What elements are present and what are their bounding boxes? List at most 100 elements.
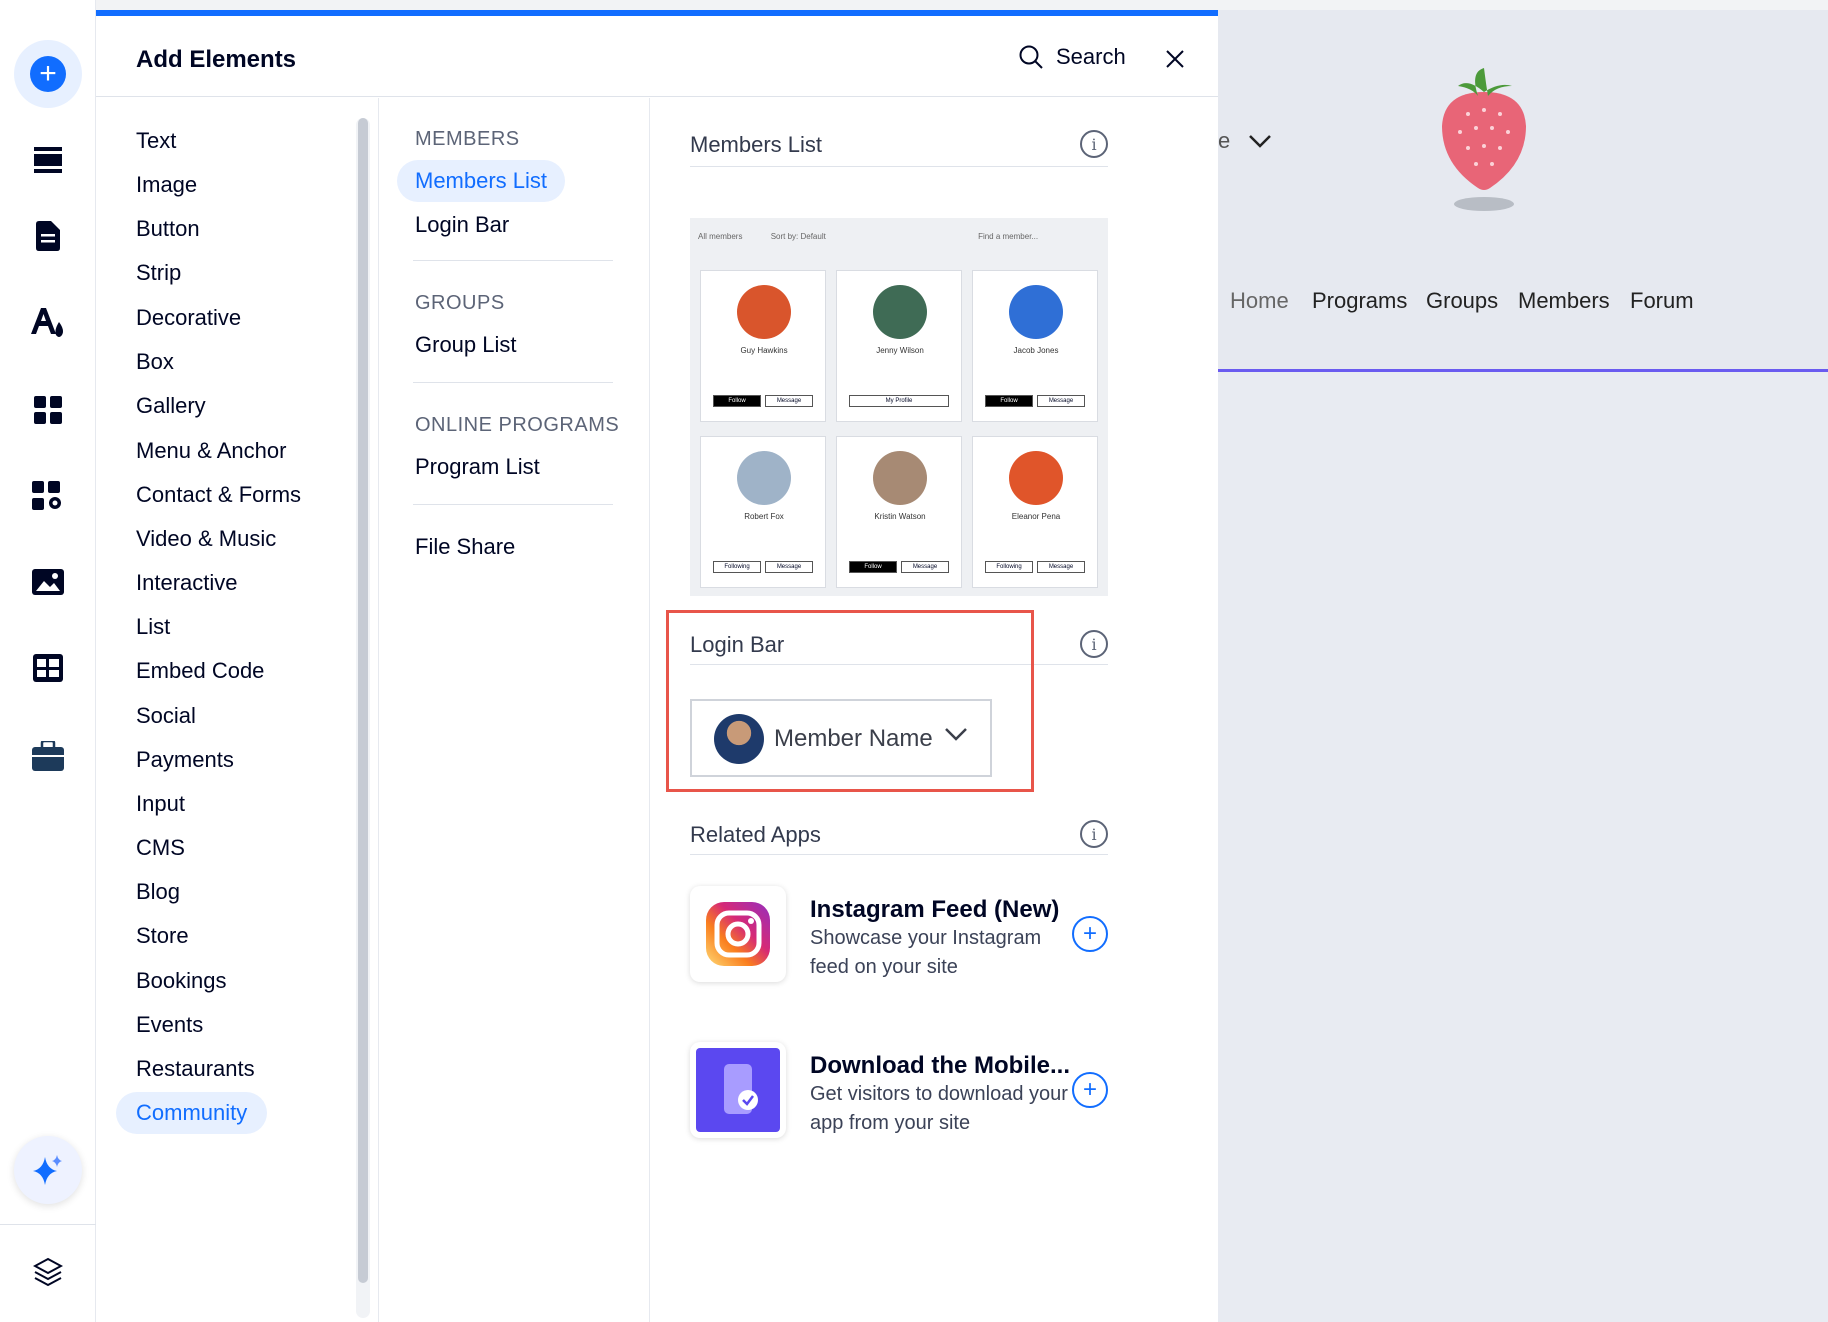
site-partial-text: e [1218, 128, 1231, 153]
category-text[interactable]: Text [136, 128, 176, 154]
sections-button[interactable] [22, 134, 74, 186]
panel-title: Add Elements [136, 46, 297, 73]
category-strip[interactable]: Strip [136, 260, 181, 286]
category-video-music[interactable]: Video & Music [136, 526, 276, 552]
category-store[interactable]: Store [136, 923, 189, 949]
app-description: Get visitors to download your app from y… [810, 1083, 1068, 1134]
site-nav-groups[interactable]: Groups [1426, 288, 1498, 314]
sub-program-list[interactable]: Program List [415, 454, 540, 480]
category-community[interactable]: Community [116, 1092, 268, 1134]
info-icon[interactable]: i [1080, 130, 1108, 158]
members-list-title: Members List [690, 132, 823, 157]
portfolio-button[interactable] [22, 730, 74, 782]
chevron-down-icon[interactable] [1248, 134, 1272, 148]
category-decorative[interactable]: Decorative [136, 305, 241, 331]
rail-divider [0, 1224, 96, 1225]
site-nav-home[interactable]: Home [1230, 288, 1289, 314]
category-menu-anchor[interactable]: Menu & Anchor [136, 438, 286, 464]
preview-member-name: Robert Fox [744, 512, 784, 521]
category-button[interactable]: Button [136, 216, 200, 242]
preview-message-button: Message [901, 561, 949, 573]
category-box[interactable]: Box [136, 349, 174, 375]
info-icon[interactable]: i [1080, 820, 1108, 848]
mobile-download-icon [696, 1048, 780, 1132]
add-app-button[interactable]: + [1072, 916, 1108, 952]
category-events[interactable]: Events [136, 1012, 203, 1038]
apps-grid-icon [34, 396, 62, 424]
category-input[interactable]: Input [136, 791, 185, 817]
category-scrollbar[interactable] [356, 118, 370, 1318]
section-divider [690, 854, 1108, 855]
subcategory-divider [413, 382, 613, 383]
left-toolbar: + [0, 0, 96, 1322]
avatar [873, 285, 927, 339]
strawberry-logo [1442, 68, 1526, 211]
preview-member-name: Kristin Watson [874, 512, 926, 521]
category-list[interactable]: List [136, 614, 170, 640]
mobile-app-icon[interactable] [690, 1042, 786, 1138]
add-app-button[interactable]: + [1072, 1072, 1108, 1108]
close-icon [1166, 50, 1184, 68]
page-icon [36, 221, 60, 251]
category-payments[interactable]: Payments [136, 747, 234, 773]
preview-follow-button: Follow [713, 395, 761, 407]
add-elements-button[interactable]: + [14, 40, 82, 108]
preview-member-card: Guy Hawkins Follow Message [700, 270, 826, 422]
sub-file-share[interactable]: File Share [415, 534, 515, 560]
category-gallery[interactable]: Gallery [136, 393, 206, 419]
media-button[interactable] [22, 556, 74, 608]
layers-button[interactable] [22, 1246, 74, 1298]
subcategory-list: MEMBERS Members List Login Bar GROUPS Gr… [379, 98, 649, 1322]
site-nav-members[interactable]: Members [1518, 288, 1610, 314]
preview-message-button: Message [1037, 561, 1085, 573]
design-button[interactable] [22, 298, 74, 350]
close-button[interactable] [1166, 46, 1184, 72]
preview-following-button: Following [713, 561, 761, 573]
preview-member-name: Guy Hawkins [740, 346, 788, 355]
sub-members-list[interactable]: Members List [397, 160, 566, 202]
search-icon [1019, 45, 1043, 69]
cms-button[interactable] [22, 642, 74, 694]
category-social[interactable]: Social [136, 703, 196, 729]
site-header: e Home Programs Groups Members Forum [1218, 10, 1828, 372]
app-title[interactable]: Download the Mobile... [810, 1052, 1070, 1080]
category-image[interactable]: Image [136, 172, 197, 198]
members-list-preview[interactable]: All members Sort by: Default Find a memb… [690, 218, 1108, 596]
preview-profile-button: My Profile [849, 395, 949, 407]
add-elements-panel: Add Elements Search Text Image Button St… [96, 10, 1218, 1322]
category-interactive[interactable]: Interactive [136, 570, 238, 596]
site-canvas[interactable]: e Home Programs Groups Members Forum [1218, 10, 1828, 1322]
sub-group-list[interactable]: Group List [415, 332, 517, 358]
section-divider [690, 166, 1108, 167]
category-contact-forms[interactable]: Contact & Forms [136, 482, 301, 508]
avatar [737, 451, 791, 505]
preview-member-card: Eleanor Pena Following Message [972, 436, 1098, 588]
avatar [737, 285, 791, 339]
category-restaurants[interactable]: Restaurants [136, 1056, 255, 1082]
scrollbar-thumb[interactable] [358, 118, 368, 1283]
site-nav-programs[interactable]: Programs [1312, 288, 1407, 314]
search-button[interactable]: Search [1018, 44, 1126, 70]
info-icon[interactable]: i [1080, 630, 1108, 658]
business-apps-button[interactable] [22, 470, 74, 522]
category-blog[interactable]: Blog [136, 879, 180, 905]
preview-message-button: Message [765, 561, 813, 573]
preview-toolbar: All members Sort by: Default Find a memb… [698, 232, 1038, 241]
preview-follow-button: Follow [985, 395, 1033, 407]
category-embed-code[interactable]: Embed Code [136, 658, 264, 684]
sub-login-bar[interactable]: Login Bar [415, 212, 509, 238]
category-cms[interactable]: CMS [136, 835, 185, 861]
apps-button[interactable] [22, 384, 74, 436]
highlight-box [666, 610, 1034, 792]
preview-following-button: Following [985, 561, 1033, 573]
category-bookings[interactable]: Bookings [136, 968, 227, 994]
instagram-app-icon[interactable] [690, 886, 786, 982]
category-list: Text Image Button Strip Decorative Box G… [96, 98, 378, 1322]
site-nav-forum[interactable]: Forum [1630, 288, 1694, 314]
app-title[interactable]: Instagram Feed (New) [810, 896, 1059, 924]
members-heading: MEMBERS [415, 128, 520, 150]
pages-button[interactable] [22, 210, 74, 262]
ai-assistant-button[interactable] [14, 1136, 82, 1204]
image-icon [32, 569, 64, 595]
subcategory-divider [413, 504, 613, 505]
